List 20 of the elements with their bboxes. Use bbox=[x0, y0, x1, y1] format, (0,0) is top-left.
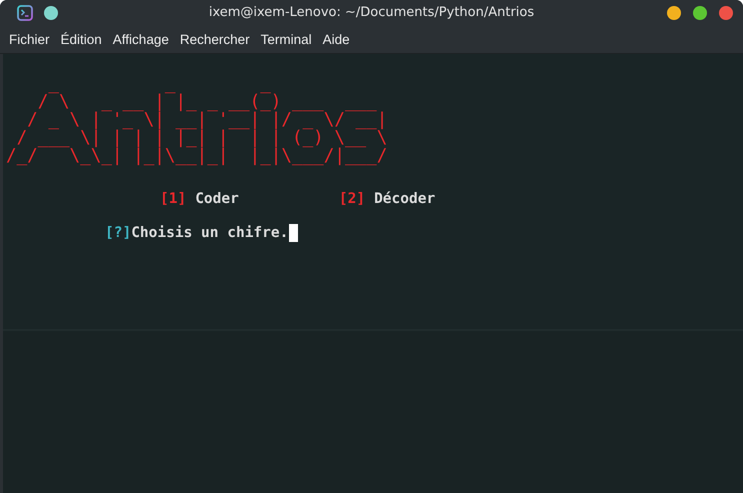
prompt-text: Choisis un chifre. bbox=[131, 225, 288, 241]
option-label: Décoder bbox=[374, 191, 436, 207]
menu-item[interactable]: Fichier bbox=[4, 32, 55, 46]
minimize-button[interactable] bbox=[667, 6, 681, 20]
option-key: [2] bbox=[338, 191, 366, 207]
terminal-icon bbox=[17, 4, 33, 20]
menu-item[interactable]: Aide bbox=[318, 32, 355, 46]
window-title: ixem@ixem-Lenovo: ~/Documents/Python/Antrios bbox=[208, 5, 536, 20]
prompt-marker: [?] bbox=[105, 225, 132, 241]
option-key: [1] bbox=[160, 191, 186, 207]
banner-text: _ _ _ / \ _ __ | |_ _ __(_) ___ ___ / _ \ | '_ \| __| '__| |/ _ \/ __| / ___ \| | | | |_| | | | (_) \__ \ /_/ \_\_| |_|\__|_| |_|\___/|___/ bbox=[6, 75, 388, 165]
menu-item[interactable]: Affichage bbox=[108, 32, 174, 46]
menu-item[interactable]: Rechercher bbox=[174, 32, 255, 46]
menu-item[interactable]: Terminal bbox=[256, 32, 317, 46]
option-label: Coder bbox=[195, 191, 239, 207]
pin-button[interactable] bbox=[44, 6, 58, 20]
menu-item[interactable]: Édition bbox=[56, 32, 107, 46]
maximize-button[interactable] bbox=[693, 6, 707, 20]
close-button[interactable] bbox=[719, 6, 733, 20]
text-cursor bbox=[289, 224, 298, 242]
